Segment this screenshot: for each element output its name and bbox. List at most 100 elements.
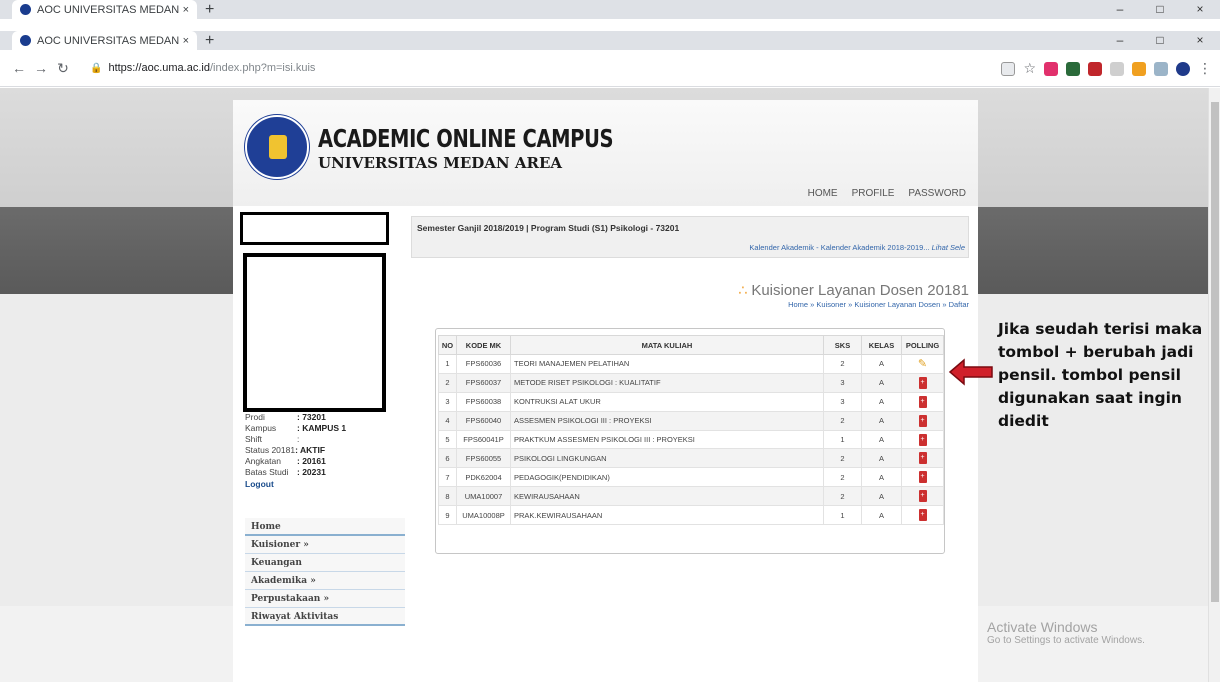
cell-no: 8 [438, 486, 457, 507]
cell-mata-kuliah: KEWIRAUSAHAAN [510, 486, 824, 507]
nav-home[interactable]: HOME [808, 188, 838, 199]
cell-no: 7 [438, 467, 457, 488]
table-row: 3 FPS60038 KONTRUKSI ALAT UKUR 3 A + [438, 391, 944, 412]
extension-icon[interactable] [1066, 61, 1080, 76]
announcement-marquee[interactable]: Kalender Akademik - Kalender Akademik 20… [749, 243, 965, 252]
tab-close-icon[interactable]: × [183, 35, 189, 47]
top-nav: HOME PROFILE PASSWORD [808, 188, 966, 199]
nav-password[interactable]: PASSWORD [908, 188, 966, 199]
col-kelas: KELAS [861, 335, 902, 355]
translate-icon[interactable] [1001, 61, 1016, 76]
new-tab-icon[interactable]: + [205, 0, 214, 19]
tab-title: AOC UNIVERSITAS MEDAN AREA [37, 34, 179, 47]
cell-sks: 2 [823, 354, 862, 374]
page-scrollbar[interactable] [1208, 88, 1220, 682]
star-icon[interactable]: ☆ [1023, 60, 1036, 77]
annotation-note: Jika seudah terisi maka tombol + berubah… [998, 320, 1203, 430]
table-row: 2 FPS60037 METODE RISET PSIKOLOGI : KUALIT… [438, 372, 944, 393]
add-polling-button[interactable]: + [918, 395, 927, 408]
instagram-extension-icon[interactable] [1044, 61, 1058, 76]
title-dots-icon: ∴ [738, 282, 748, 298]
close-window-icon[interactable]: × [1180, 31, 1220, 50]
angkatan-label: Angkatan [245, 456, 281, 466]
cell-sks: 2 [823, 410, 862, 431]
cell-polling: + [901, 372, 944, 393]
cell-mata-kuliah: PEDAGOGIK(PENDIDIKAN) [510, 467, 824, 488]
cell-sks: 3 [823, 391, 862, 412]
url-host: https://aoc.uma.ac.id [108, 62, 210, 74]
window-controls: – □ × [1100, 31, 1220, 50]
menu-item-keuangan[interactable]: Keuangan [245, 554, 405, 572]
cell-polling: + [901, 429, 944, 450]
breadcrumb[interactable]: Home » Kuisoner » Kuisioner Layanan Dose… [788, 300, 969, 309]
add-polling-button[interactable]: + [918, 509, 927, 522]
maximize-icon[interactable]: □ [1140, 0, 1180, 19]
cell-kode-mk: FPS60040 [456, 410, 511, 431]
add-polling-button[interactable]: + [918, 376, 927, 389]
profile-avatar-icon[interactable] [1176, 61, 1190, 76]
cell-no: 6 [438, 448, 457, 469]
tab-close-icon[interactable]: × [183, 4, 189, 16]
cell-kelas: A [861, 467, 902, 488]
page-container: ACADEMIC ONLINE CAMPUS UNIVERSITAS MEDAN… [233, 100, 978, 682]
col-sks: SKS [823, 335, 862, 355]
menu-item-akademika[interactable]: Akademika » [245, 572, 405, 590]
cell-kelas: A [861, 486, 902, 507]
browser-tab-active[interactable]: AOC UNIVERSITAS MEDAN AREA × [12, 31, 197, 50]
pdf-extension-icon[interactable] [1088, 61, 1102, 76]
table-row: 9 UMA10008P PRAK.KEWIRAUSAHAAN 1 A + [438, 505, 944, 526]
cell-polling: + [901, 448, 944, 469]
add-polling-button[interactable]: + [918, 471, 927, 484]
add-polling-button[interactable]: + [918, 452, 927, 465]
window-controls: – □ × [1100, 0, 1220, 19]
lock-icon: 🔒 [90, 62, 103, 74]
maximize-icon[interactable]: □ [1140, 31, 1180, 50]
logout-link[interactable]: Logout [245, 479, 346, 490]
table-row: 7 PDK62004 PEDAGOGIK(PENDIDIKAN) 2 A + [438, 467, 944, 488]
col-kode-mk: KODE MK [456, 335, 511, 355]
close-window-icon[interactable]: × [1180, 0, 1220, 19]
add-polling-button[interactable]: + [918, 490, 927, 503]
browser-tab[interactable]: AOC UNIVERSITAS MEDAN AREA × [12, 0, 197, 19]
reload-icon[interactable]: ↻ [52, 60, 74, 77]
scrollbar-thumb[interactable] [1211, 102, 1219, 602]
extension-icon[interactable] [1132, 61, 1146, 76]
menu-item-kuisioner[interactable]: Kuisioner » [245, 536, 405, 554]
cell-polling: + [901, 391, 944, 412]
site-header: ACADEMIC ONLINE CAMPUS UNIVERSITAS MEDAN… [233, 100, 978, 206]
cell-polling: ✎ [901, 354, 944, 374]
menu-item-home[interactable]: Home [245, 518, 405, 536]
status-value: : AKTIF [295, 445, 326, 455]
menu-item-perpustakaan[interactable]: Perpustakaan » [245, 590, 405, 608]
shift-label: Shift [245, 434, 263, 444]
edit-pencil-icon[interactable]: ✎ [918, 358, 927, 370]
batas-studi-label: Batas Studi [245, 467, 289, 477]
menu-item-riwayat-aktivitas[interactable]: Riwayat Aktivitas [245, 608, 405, 626]
forward-icon[interactable]: → [30, 60, 52, 76]
status-label: Status 20181 [245, 445, 296, 455]
cell-kode-mk: FPS60037 [456, 372, 511, 393]
add-polling-button[interactable]: + [918, 414, 927, 427]
cell-no: 3 [438, 391, 457, 412]
nav-profile[interactable]: PROFILE [852, 188, 895, 199]
marquee-link[interactable]: Lihat Sele [932, 243, 965, 252]
back-icon[interactable]: ← [8, 60, 30, 76]
add-polling-button[interactable]: + [918, 433, 927, 446]
url-field[interactable]: 🔒 https://aoc.uma.ac.id/index.php?m=isi.… [82, 55, 982, 81]
cell-mata-kuliah: PRAK.KEWIRAUSAHAAN [510, 505, 824, 526]
translate-extension-icon[interactable] [1154, 61, 1168, 76]
angkatan-value: : 20161 [297, 456, 326, 466]
cell-sks: 2 [823, 448, 862, 469]
minimize-icon[interactable]: – [1100, 0, 1140, 19]
minimize-icon[interactable]: – [1100, 31, 1140, 50]
menu-icon[interactable]: ⋮ [1198, 60, 1212, 77]
extension-icon[interactable] [1110, 61, 1124, 76]
watermark-title: Activate Windows [987, 619, 1098, 635]
cell-kode-mk: PDK62004 [456, 467, 511, 488]
batas-studi-value: : 20231 [297, 467, 326, 477]
cell-no: 2 [438, 372, 457, 393]
new-tab-icon[interactable]: + [205, 31, 214, 50]
brand-title: ACADEMIC ONLINE CAMPUS [318, 124, 614, 153]
cell-no: 5 [438, 429, 457, 450]
cell-mata-kuliah: METODE RISET PSIKOLOGI : KUALITATIF [510, 372, 824, 393]
